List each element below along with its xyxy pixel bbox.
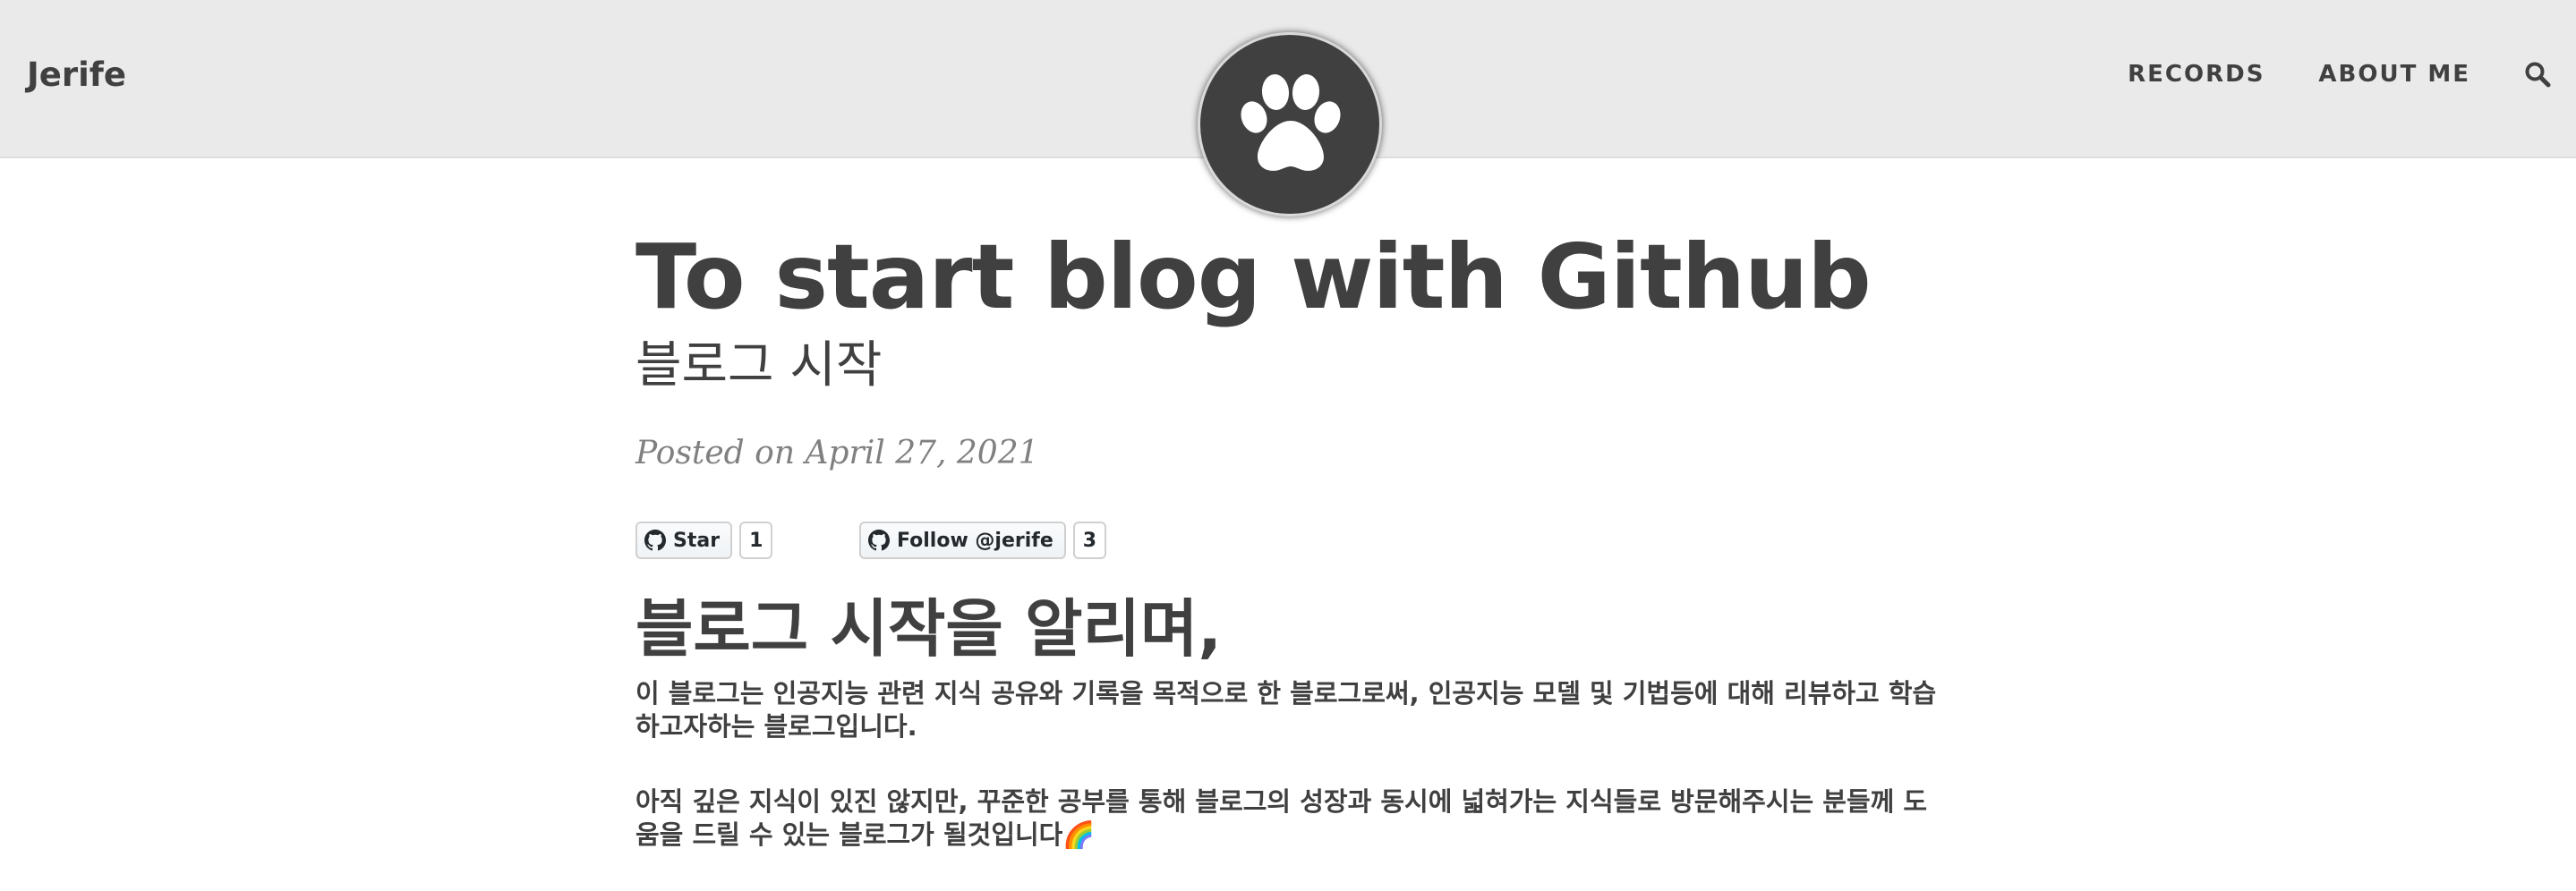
github-follow-count[interactable]: 3 — [1072, 522, 1107, 559]
avatar[interactable] — [1198, 32, 1382, 216]
github-star-label: Star — [673, 529, 721, 552]
github-star-count[interactable]: 1 — [739, 522, 773, 559]
github-follow-button[interactable]: Follow @jerife — [859, 522, 1066, 559]
nav-link-about-me[interactable]: ABOUT ME — [2318, 61, 2470, 88]
post-title: To start blog with Github — [635, 225, 1872, 329]
github-icon — [868, 530, 890, 551]
post-paragraph: 아직 깊은 지식이 있진 않지만, 꾸준한 공부를 통해 블로그의 성장과 동시… — [635, 786, 1928, 850]
search-icon[interactable] — [2524, 61, 2551, 88]
post-meta: Posted on April 27, 2021 — [635, 435, 1039, 471]
nav-link-records[interactable]: RECORDS — [2128, 61, 2265, 88]
github-star-button[interactable]: Star — [635, 522, 733, 559]
post-heading: 블로그 시작을 알리며, — [635, 592, 1222, 666]
paw-icon — [1241, 74, 1341, 171]
github-follow-group: Follow @jerife 3 — [859, 522, 1107, 559]
github-star-group: Star 1 — [635, 522, 773, 559]
nav-links: RECORDS ABOUT ME — [2128, 61, 2551, 88]
post-container: To start blog with Github 블로그 시작 Posted … — [635, 224, 1942, 852]
post-subtitle: 블로그 시작 — [635, 336, 883, 395]
github-icon — [644, 530, 666, 551]
github-follow-label: Follow @jerife — [897, 529, 1053, 552]
github-buttons: Star 1 Follow @jerife 3 — [635, 522, 1942, 559]
brand-link[interactable]: Jerife — [27, 55, 126, 94]
post-paragraph: 이 블로그는 인공지능 관련 지식 공유와 기록을 목적으로 한 블로그로써, … — [635, 678, 1937, 742]
